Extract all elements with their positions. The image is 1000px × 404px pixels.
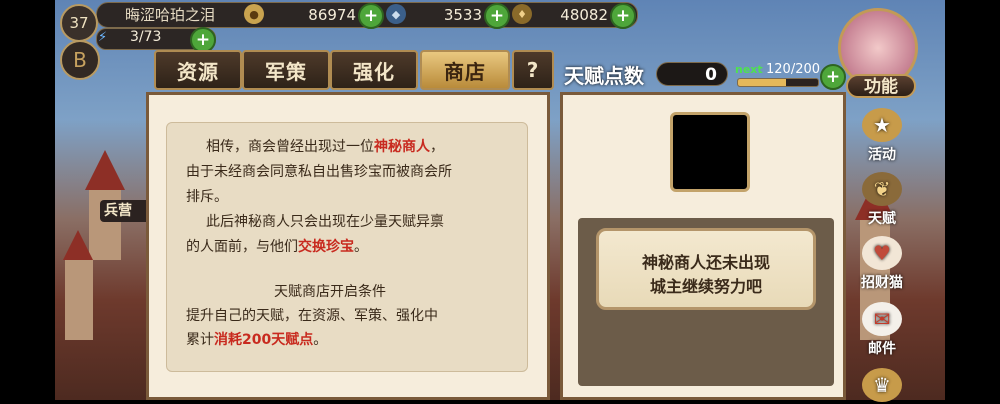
tab-shop[interactable]: 商店 <box>420 50 510 90</box>
mail-button[interactable]: ✉ 邮件 <box>852 302 912 358</box>
help-button[interactable]: ? <box>512 50 554 90</box>
tab-enhance[interactable]: 强化 <box>330 50 418 90</box>
lightning-icon: ⚡ <box>98 30 108 45</box>
description-line-3: 排斥。 <box>186 189 228 205</box>
food-icon: ♦ <box>512 4 532 24</box>
description-line-2: 由于未经商会同意私自出售珍宝而被商会所 <box>186 164 452 180</box>
unlock-condition-line-1: 提升自己的天赋，在资源、军策、强化中 <box>186 308 438 324</box>
mail-label: 邮件 <box>868 341 896 357</box>
more-button[interactable]: ♛ <box>852 368 912 404</box>
talent-progress-bar <box>737 78 819 87</box>
activity-label: 活动 <box>868 147 896 163</box>
mail-icon: ✉ <box>862 302 902 336</box>
guild-emblem-icon[interactable]: B <box>60 40 100 80</box>
merchant-message-line-2: 城主继续努力吧 <box>649 277 762 296</box>
player-level-badge[interactable]: 37 <box>60 4 98 42</box>
barracks-label[interactable]: 兵营 <box>100 200 150 222</box>
crown-icon: ♛ <box>862 368 902 402</box>
lucky-cat-icon: ♥ <box>862 236 902 270</box>
star-icon: ★ <box>862 108 902 142</box>
wings-icon: ❦ <box>862 172 902 206</box>
tab-strategy[interactable]: 军策 <box>242 50 330 90</box>
crystal-value: 3533 <box>443 6 482 24</box>
function-menu-button[interactable]: 功能 <box>846 74 916 98</box>
merchant-item-slot[interactable] <box>670 112 750 192</box>
add-talent-button[interactable]: + <box>820 64 846 90</box>
talent-label: 天赋 <box>868 211 896 227</box>
letterbox-left <box>0 0 55 400</box>
talent-button[interactable]: ❦ 天赋 <box>852 172 912 228</box>
lucky-cat-button[interactable]: ♥ 招财猫 <box>852 236 912 292</box>
food-value: 48082 <box>560 6 608 24</box>
letterbox-right <box>945 0 1000 400</box>
next-label: next <box>735 63 763 76</box>
description-line-4: 此后神秘商人只会出现在少量天赋异禀 <box>206 214 444 230</box>
merchant-message-scroll: 神秘商人还未出现 城主继续努力吧 <box>596 228 816 310</box>
gold-icon: ● <box>244 4 264 24</box>
add-food-button[interactable]: + <box>610 3 636 29</box>
stamina-value: 3/73 <box>130 29 162 45</box>
talent-progress-fill <box>738 79 786 86</box>
background-roof <box>85 150 125 190</box>
add-crystal-button[interactable]: + <box>484 3 510 29</box>
description-line-1: 相传，商会曾经出现过一位神秘商人， <box>206 139 444 155</box>
talent-points-value: 0 <box>656 62 728 86</box>
background-tower <box>65 260 93 340</box>
crystal-icon: ◆ <box>386 4 406 24</box>
merchant-message-line-1: 神秘商人还未出现 <box>641 253 770 272</box>
tab-resources[interactable]: 资源 <box>154 50 242 90</box>
unlock-condition-line-2: 累计消耗200天赋点。 <box>186 332 328 348</box>
unlock-condition-title: 天赋商店开启条件 <box>274 284 386 300</box>
description-line-5: 的人面前，与他们交换珍宝。 <box>186 239 368 255</box>
gold-value: 86974 <box>308 6 356 24</box>
add-gold-button[interactable]: + <box>358 3 384 29</box>
talent-points-label: 天赋点数 <box>564 64 644 88</box>
activity-button[interactable]: ★ 活动 <box>852 108 912 164</box>
player-name: 晦涩哈珀之泪 <box>124 6 215 24</box>
next-value: 120/200 <box>766 62 821 77</box>
lucky-cat-label: 招财猫 <box>861 275 903 291</box>
